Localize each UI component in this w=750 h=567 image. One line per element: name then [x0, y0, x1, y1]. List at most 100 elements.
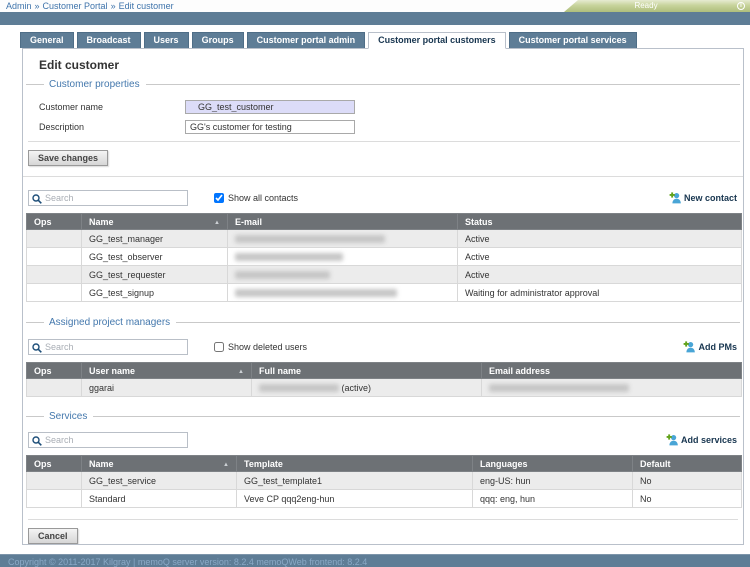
table-row[interactable]: ggarai (active): [27, 379, 742, 397]
services-col-template[interactable]: Template: [237, 456, 473, 472]
redacted-email: [235, 271, 330, 279]
contacts-col-status[interactable]: Status: [458, 214, 742, 230]
tab-customer-portal-admin[interactable]: Customer portal admin: [247, 32, 366, 48]
contact-name-cell: GG_test_requester: [82, 266, 228, 284]
description-row: Description: [39, 119, 740, 135]
pm-col-full-name[interactable]: Full name: [252, 363, 482, 379]
tab-broadcast[interactable]: Broadcast: [77, 32, 141, 48]
services-toolbar: Add services: [28, 431, 737, 448]
legend-line: [176, 322, 740, 323]
pm-col-ops[interactable]: Ops: [27, 363, 82, 379]
project-managers-table: Ops User name▲ Full name Email address g…: [26, 362, 742, 397]
service-name-cell: Standard: [82, 490, 237, 508]
tab-groups[interactable]: Groups: [192, 32, 244, 48]
contacts-search-input[interactable]: [45, 192, 185, 204]
contacts-col-ops[interactable]: Ops: [27, 214, 82, 230]
pm-col-user-name[interactable]: User name▲: [82, 363, 252, 379]
breadcrumb-admin[interactable]: Admin: [6, 1, 32, 11]
services-col-languages[interactable]: Languages: [473, 456, 633, 472]
status-text: Ready: [564, 1, 728, 10]
show-deleted-users-checkbox[interactable]: [214, 342, 224, 352]
service-languages-cell: qqq: eng, hun: [473, 490, 633, 508]
services-search-box: [28, 432, 188, 448]
contact-name-cell: GG_test_manager: [82, 230, 228, 248]
contacts-table-header: Ops Name▲ E-mail Status: [27, 214, 742, 230]
contact-email-cell: [228, 248, 458, 266]
project-managers-legend: Assigned project managers: [26, 316, 740, 328]
project-managers-legend-label: Assigned project managers: [49, 317, 170, 328]
contact-email-cell: [228, 266, 458, 284]
customer-name-field[interactable]: [185, 100, 355, 114]
legend-line: [26, 84, 44, 85]
add-pms-label: Add PMs: [698, 342, 737, 352]
sort-asc-icon: ▲: [223, 462, 229, 468]
customer-name-row: Customer name: [39, 99, 740, 115]
info-icon[interactable]: i: [737, 2, 745, 10]
add-pms-button[interactable]: Add PMs: [683, 340, 737, 353]
ops-cell: [27, 284, 82, 302]
redacted-email: [235, 253, 343, 261]
table-row[interactable]: GG_test_manager Active: [27, 230, 742, 248]
customer-properties-legend: Customer properties: [26, 78, 740, 90]
table-row[interactable]: GG_test_service GG_test_template1 eng-US…: [27, 472, 742, 490]
table-row[interactable]: Standard Veve CP qqq2eng-hun qqq: eng, h…: [27, 490, 742, 508]
new-contact-label: New contact: [684, 193, 737, 203]
description-field[interactable]: [185, 120, 355, 134]
search-icon: [32, 194, 42, 204]
new-contact-icon: [669, 191, 682, 204]
services-table-header: Ops Name▲ Template Languages Default: [27, 456, 742, 472]
contacts-col-email[interactable]: E-mail: [228, 214, 458, 230]
save-changes-button[interactable]: Save changes: [28, 150, 108, 166]
new-contact-button[interactable]: New contact: [669, 191, 737, 204]
add-services-button[interactable]: Add services: [666, 433, 737, 446]
tab-users[interactable]: Users: [144, 32, 189, 48]
ops-cell: [27, 379, 82, 397]
tab-general[interactable]: General: [20, 32, 74, 48]
show-deleted-users-label: Show deleted users: [228, 342, 307, 352]
breadcrumb-customer-portal[interactable]: Customer Portal: [43, 1, 108, 11]
customer-name-label: Customer name: [39, 102, 185, 112]
tab-customer-portal-services[interactable]: Customer portal services: [509, 32, 637, 48]
breadcrumb-separator: »: [35, 1, 40, 11]
service-languages-cell: eng-US: hun: [473, 472, 633, 490]
pm-col-email[interactable]: Email address: [482, 363, 742, 379]
services-col-ops[interactable]: Ops: [27, 456, 82, 472]
pm-search-box: [28, 339, 188, 355]
page-title: Edit customer: [39, 58, 740, 72]
pm-table-header: Ops User name▲ Full name Email address: [27, 363, 742, 379]
contact-name-cell: GG_test_observer: [82, 248, 228, 266]
tab-strip: General Broadcast Users Groups Customer …: [20, 32, 750, 48]
table-row[interactable]: GG_test_signup Waiting for administrator…: [27, 284, 742, 302]
tab-customer-portal-customers[interactable]: Customer portal customers: [368, 32, 506, 49]
show-all-contacts-label: Show all contacts: [228, 193, 298, 203]
pm-search-input[interactable]: [45, 341, 185, 353]
table-row[interactable]: GG_test_observer Active: [27, 248, 742, 266]
ops-cell: [27, 248, 82, 266]
ops-cell: [27, 472, 82, 490]
description-label: Description: [39, 122, 185, 132]
services-legend: Services: [26, 410, 740, 422]
show-deleted-users-option: Show deleted users: [214, 342, 307, 352]
contacts-toolbar: Show all contacts New contact: [28, 189, 737, 206]
table-row[interactable]: GG_test_requester Active: [27, 266, 742, 284]
ops-cell: [27, 490, 82, 508]
header-divider-bar: [0, 12, 750, 25]
service-name-cell: GG_test_service: [82, 472, 237, 490]
divider: [28, 519, 738, 520]
services-col-default[interactable]: Default: [633, 456, 742, 472]
contacts-col-name[interactable]: Name▲: [82, 214, 228, 230]
copyright-text: Copyright © 2011-2017 Kilgray | memoQ se…: [8, 557, 367, 567]
breadcrumb-edit-customer[interactable]: Edit customer: [119, 1, 174, 11]
service-default-cell: No: [633, 490, 742, 508]
contact-status-cell: Active: [458, 230, 742, 248]
search-icon: [32, 343, 42, 353]
add-services-label: Add services: [681, 435, 737, 445]
services-col-name[interactable]: Name▲: [82, 456, 237, 472]
show-all-contacts-option: Show all contacts: [214, 193, 298, 203]
services-search-input[interactable]: [45, 434, 185, 446]
cancel-button[interactable]: Cancel: [28, 528, 78, 544]
services-legend-label: Services: [49, 411, 87, 422]
pm-email-cell: [482, 379, 742, 397]
pm-user-name-cell: ggarai: [82, 379, 252, 397]
show-all-contacts-checkbox[interactable]: [214, 193, 224, 203]
